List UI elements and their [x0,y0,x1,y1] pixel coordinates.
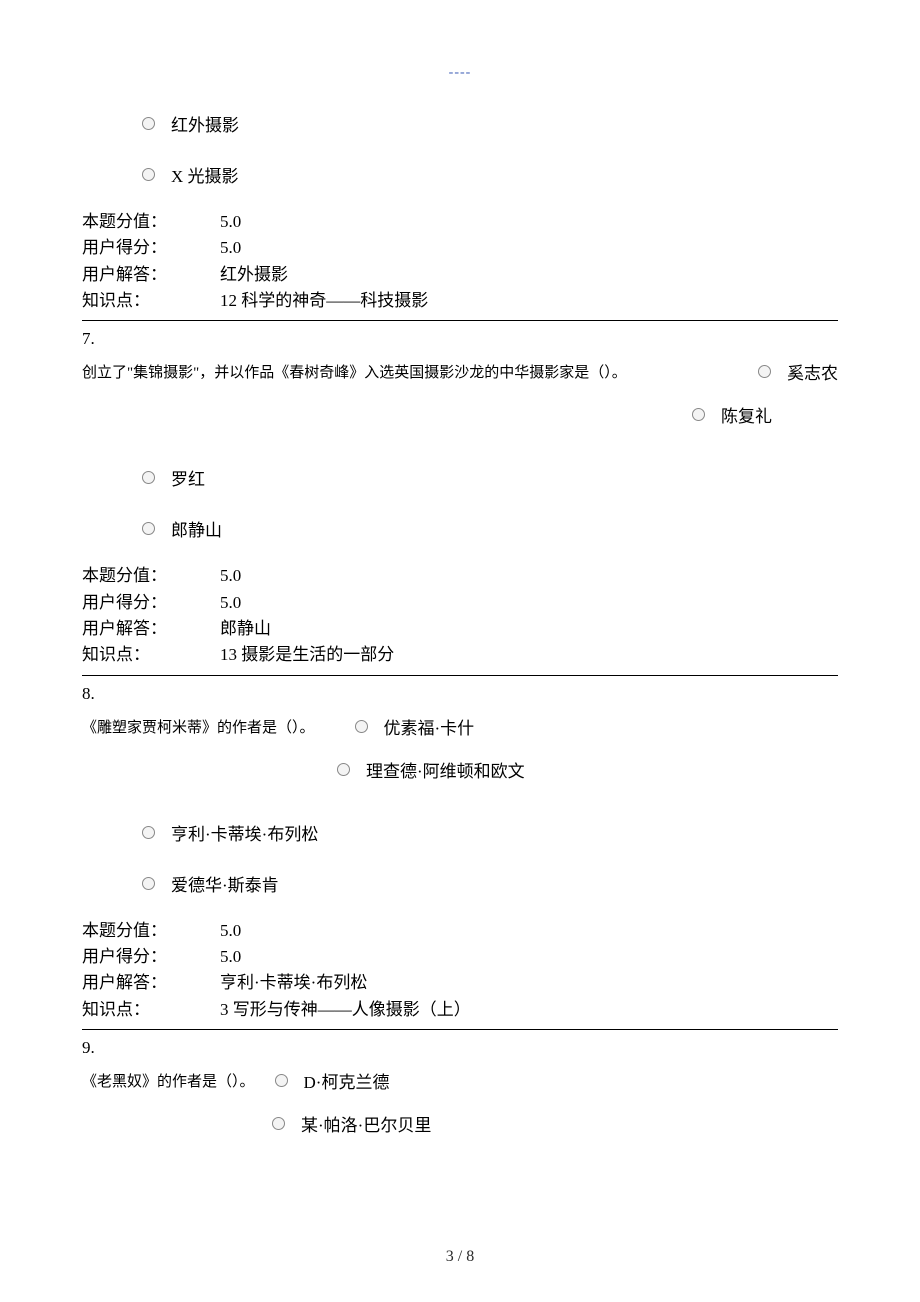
q8-option-label: 爱德华·斯泰肯 [171,871,279,896]
q7-option-label: 郎静山 [171,516,222,541]
q8-option-label: 优素福·卡什 [384,714,475,739]
radio-icon [758,365,771,378]
q7-option[interactable]: 郎静山 [142,516,838,541]
q7-user-answer: 郎静山 [220,619,271,638]
divider [82,1029,838,1030]
knowledge-label: 知识点： [82,288,220,314]
q6-option-label: X 光摄影 [171,162,239,187]
q7-knowledge: 13 摄影是生活的一部分 [220,645,394,664]
score-label: 本题分值： [82,209,220,235]
user-score-label: 用户得分： [82,944,220,970]
radio-icon [142,522,155,535]
q8-option[interactable]: 理查德·阿维顿和欧文 [337,757,838,782]
user-answer-label: 用户解答： [82,616,220,642]
q8-option-label: 理查德·阿维顿和欧文 [366,757,525,782]
q7-option[interactable]: 陈复礼 [692,402,838,427]
q6-option[interactable]: X 光摄影 [142,162,838,187]
page-number: 3 / 8 [0,1248,920,1266]
header-dashes: ---- [82,65,838,81]
q8-user-answer: 亨利·卡蒂埃·布列松 [220,973,367,992]
q6-option[interactable]: 红外摄影 [142,111,838,136]
q6-option-label: 红外摄影 [171,111,239,136]
q7-score: 5.0 [220,566,241,585]
q6-score: 5.0 [220,212,241,231]
radio-icon [142,826,155,839]
radio-icon [142,117,155,130]
user-answer-label: 用户解答： [82,262,220,288]
score-label: 本题分值： [82,918,220,944]
divider [82,675,838,676]
q9-option-label: D·柯克兰德 [304,1068,390,1093]
q9-option-label: 某·帕洛·巴尔贝里 [301,1111,431,1136]
radio-icon [142,471,155,484]
q7-option[interactable]: 罗红 [142,465,838,490]
q6-user-answer: 红外摄影 [220,265,288,284]
q9-option[interactable]: 某·帕洛·巴尔贝里 [272,1111,838,1136]
q8-option[interactable]: 亨利·卡蒂埃·布列松 [142,820,838,845]
user-score-label: 用户得分： [82,235,220,261]
q7-option-label: 奚志农 [787,359,838,384]
radio-icon [142,877,155,890]
user-score-label: 用户得分： [82,590,220,616]
radio-icon [272,1117,285,1130]
q6-score-block: 本题分值：5.0 用户得分：5.0 用户解答：红外摄影 知识点：12 科学的神奇… [82,209,838,314]
q7-option-label: 陈复礼 [721,402,772,427]
q6-knowledge: 12 科学的神奇——科技摄影 [220,291,428,310]
q7-option[interactable]: 奚志农 [758,359,838,384]
knowledge-label: 知识点： [82,997,220,1023]
divider [82,320,838,321]
q8-option[interactable]: 爱德华·斯泰肯 [142,871,838,896]
radio-icon [337,763,350,776]
q7-prompt: 创立了"集锦摄影"，并以作品《春树奇峰》入选英国摄影沙龙的中华摄影家是（）。 [82,365,627,381]
radio-icon [355,720,368,733]
q9-number: 9. [82,1038,838,1058]
q7-number: 7. [82,329,838,349]
q9-option[interactable]: D·柯克兰德 [275,1068,390,1093]
q8-knowledge: 3 写形与传神——人像摄影（上） [220,1000,471,1019]
radio-icon [275,1074,288,1087]
q8-score: 5.0 [220,921,241,940]
radio-icon [142,168,155,181]
q7-option-label: 罗红 [171,465,205,490]
q8-option-label: 亨利·卡蒂埃·布列松 [171,820,318,845]
q6-user-score: 5.0 [220,238,241,257]
q8-prompt: 《雕塑家贾柯米蒂》的作者是（）。 [82,716,315,737]
q8-option[interactable]: 优素福·卡什 [355,714,475,739]
radio-icon [692,408,705,421]
score-label: 本题分值： [82,563,220,589]
q9-prompt: 《老黑奴》的作者是（）。 [82,1070,255,1091]
q8-score-block: 本题分值：5.0 用户得分：5.0 用户解答：亨利·卡蒂埃·布列松 知识点：3 … [82,918,838,1023]
q7-user-score: 5.0 [220,593,241,612]
q8-user-score: 5.0 [220,947,241,966]
user-answer-label: 用户解答： [82,970,220,996]
knowledge-label: 知识点： [82,642,220,668]
q7-score-block: 本题分值：5.0 用户得分：5.0 用户解答：郎静山 知识点：13 摄影是生活的… [82,563,838,668]
q8-number: 8. [82,684,838,704]
